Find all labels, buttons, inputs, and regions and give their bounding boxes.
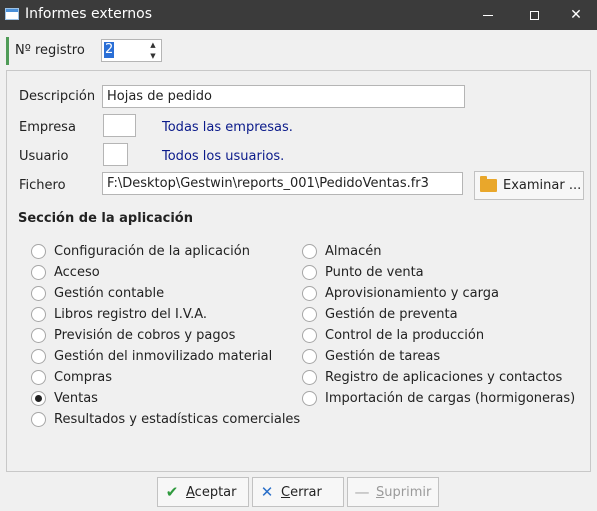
section-radio-option[interactable]: Acceso xyxy=(31,262,100,282)
section-radio-option[interactable]: Almacén xyxy=(302,241,382,261)
spinner-arrows[interactable]: ▲ ▼ xyxy=(147,41,159,60)
section-title: Sección de la aplicación xyxy=(18,211,193,226)
spin-down-icon[interactable]: ▼ xyxy=(150,52,155,60)
usuario-label: Usuario xyxy=(19,149,69,164)
usuario-field[interactable] xyxy=(103,143,128,166)
section-radio-option[interactable]: Gestión de tareas xyxy=(302,346,440,366)
section-radio-option[interactable]: Importación de cargas (hormigoneras) xyxy=(302,388,575,408)
radio-button-icon[interactable] xyxy=(31,369,46,385)
radio-label: Libros registro del I.V.A. xyxy=(54,306,208,322)
radio-label: Resultados y estadísticas comerciales xyxy=(54,411,301,427)
maximize-button[interactable] xyxy=(511,0,557,30)
close-icon: ✕ xyxy=(570,7,582,23)
aceptar-button[interactable]: ✔ Aceptar xyxy=(157,477,249,507)
radio-button-icon[interactable] xyxy=(302,327,317,343)
required-accent-bar xyxy=(6,37,9,65)
radio-button-icon[interactable] xyxy=(31,390,46,406)
radio-button-icon[interactable] xyxy=(302,264,317,280)
empresa-field[interactable] xyxy=(103,114,136,137)
descripcion-label: Descripción xyxy=(19,89,96,104)
radio-button-icon[interactable] xyxy=(302,243,317,259)
window-title: Informes externos xyxy=(25,6,152,22)
section-radio-option[interactable]: Resultados y estadísticas comerciales xyxy=(31,409,300,429)
registro-label: Nº registro xyxy=(15,43,85,58)
radio-button-icon[interactable] xyxy=(302,369,317,385)
radio-label: Previsión de cobros y pagos xyxy=(54,327,236,343)
spin-up-icon[interactable]: ▲ xyxy=(150,41,155,49)
radio-label: Gestión contable xyxy=(54,285,165,301)
radio-label: Gestión de tareas xyxy=(325,348,441,364)
radio-label: Gestión del inmovilizado material xyxy=(54,348,273,364)
empresa-label: Empresa xyxy=(19,120,76,135)
section-radio-option[interactable]: Registro de aplicaciones y contactos xyxy=(302,367,562,387)
radio-label: Gestión de preventa xyxy=(325,306,458,322)
section-radio-option[interactable]: Compras xyxy=(31,367,112,387)
section-radio-option[interactable]: Gestión del inmovilizado material xyxy=(31,346,272,366)
cerrar-button[interactable]: ✕ Cerrar xyxy=(252,477,344,507)
radio-button-icon[interactable] xyxy=(31,285,46,301)
radio-button-icon[interactable] xyxy=(302,390,317,406)
radio-label: Ventas xyxy=(54,390,98,406)
registro-spinner[interactable]: 2 ▲ ▼ xyxy=(101,39,162,62)
window-icon xyxy=(5,8,19,20)
fichero-field[interactable]: F:\Desktop\Gestwin\reports_001\PedidoVen… xyxy=(102,172,463,195)
radio-button-icon[interactable] xyxy=(31,264,46,280)
section-radio-option[interactable]: Previsión de cobros y pagos xyxy=(31,325,235,345)
suprimir-label: Suprimir xyxy=(376,484,432,500)
radio-button-icon[interactable] xyxy=(302,285,317,301)
radio-button-icon[interactable] xyxy=(31,243,46,259)
close-x-icon: ✕ xyxy=(260,483,274,501)
radio-button-icon[interactable] xyxy=(31,411,46,427)
radio-label: Registro de aplicaciones y contactos xyxy=(325,369,563,385)
empresa-note: Todas las empresas. xyxy=(162,120,293,135)
radio-label: Punto de venta xyxy=(325,264,424,280)
radio-button-icon[interactable] xyxy=(302,306,317,322)
maximize-icon xyxy=(529,10,539,20)
section-radio-option[interactable]: Aprovisionamiento y carga xyxy=(302,283,499,303)
suprimir-button[interactable]: — Suprimir xyxy=(347,477,439,507)
cerrar-label: Cerrar xyxy=(281,484,322,500)
check-icon: ✔ xyxy=(165,483,179,501)
radio-button-icon[interactable] xyxy=(31,348,46,364)
section-radio-option[interactable]: Punto de venta xyxy=(302,262,424,282)
close-button[interactable]: ✕ xyxy=(553,0,597,30)
registro-value[interactable]: 2 xyxy=(104,42,115,58)
examinar-button[interactable]: Examinar ... xyxy=(474,171,584,200)
minimize-button[interactable] xyxy=(465,0,511,30)
section-radio-option[interactable]: Gestión de preventa xyxy=(302,304,458,324)
descripcion-field[interactable]: Hojas de pedido xyxy=(102,85,465,108)
radio-label: Control de la producción xyxy=(325,327,485,343)
radio-button-icon[interactable] xyxy=(31,306,46,322)
section-radio-option[interactable]: Gestión contable xyxy=(31,283,164,303)
radio-label: Aprovisionamiento y carga xyxy=(325,285,499,301)
fichero-label: Fichero xyxy=(19,178,66,193)
section-radio-option[interactable]: Libros registro del I.V.A. xyxy=(31,304,207,324)
section-radio-option[interactable]: Ventas xyxy=(31,388,98,408)
minus-icon: — xyxy=(354,483,370,501)
section-radio-option[interactable]: Configuración de la aplicación xyxy=(31,241,250,261)
minimize-icon xyxy=(483,14,493,16)
usuario-note: Todos los usuarios. xyxy=(162,149,285,164)
title-bar: Informes externos ✕ xyxy=(0,0,597,30)
examinar-label: Examinar ... xyxy=(503,178,582,193)
aceptar-label: Aceptar xyxy=(186,484,237,500)
section-radio-option[interactable]: Control de la producción xyxy=(302,325,484,345)
radio-label: Almacén xyxy=(325,243,382,259)
folder-icon xyxy=(480,176,497,192)
radio-label: Configuración de la aplicación xyxy=(54,243,250,259)
radio-label: Acceso xyxy=(54,264,100,280)
radio-button-icon[interactable] xyxy=(31,327,46,343)
radio-button-icon[interactable] xyxy=(302,348,317,364)
radio-label: Compras xyxy=(54,369,113,385)
radio-label: Importación de cargas (hormigoneras) xyxy=(325,390,576,406)
